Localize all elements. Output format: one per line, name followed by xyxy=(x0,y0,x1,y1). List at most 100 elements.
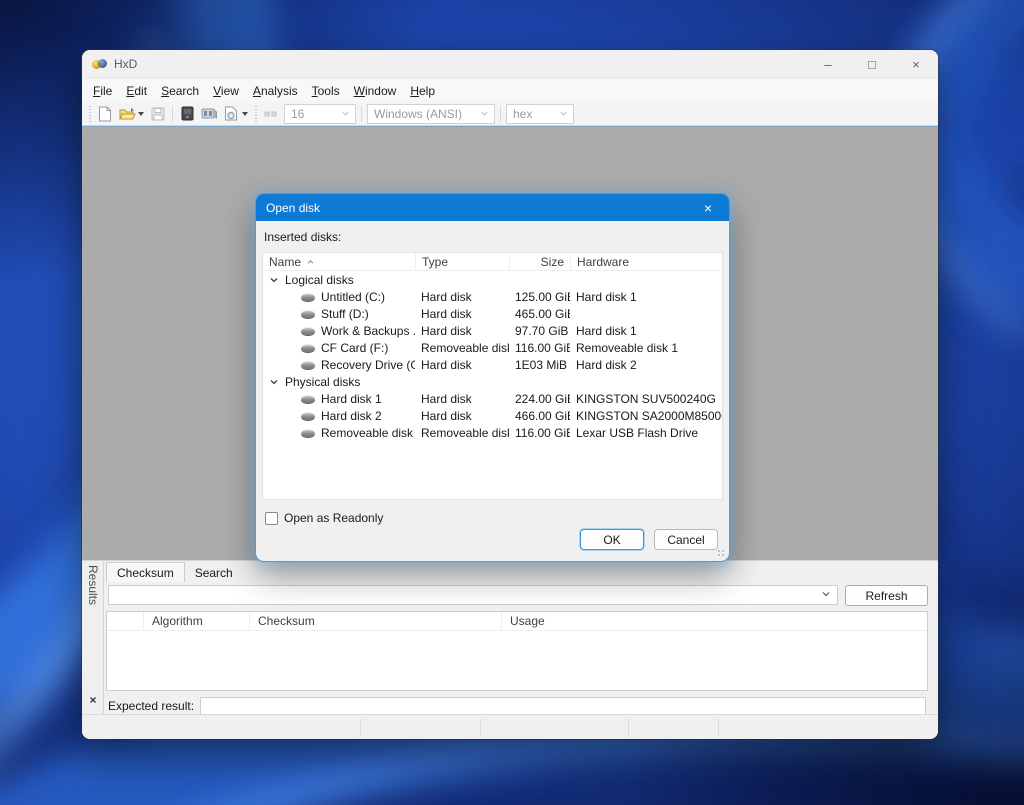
disk-name-cell: Recovery Drive (G:) xyxy=(263,358,415,372)
dialog-close-button[interactable]: × xyxy=(687,194,729,221)
disk-type: Hard disk xyxy=(415,358,509,372)
menu-view[interactable]: View xyxy=(206,81,246,101)
column-hardware-label: Hardware xyxy=(577,255,629,269)
column-header-checksum[interactable]: Checksum xyxy=(249,612,501,630)
chevron-expanded-icon[interactable] xyxy=(269,275,279,285)
tree-group-row[interactable]: Physical disks xyxy=(263,373,722,390)
toolbar-grip2[interactable] xyxy=(253,106,258,122)
disk-type: Hard disk xyxy=(415,324,509,338)
disk-name-cell: Untitled (C:) xyxy=(263,290,415,304)
window-controls: – □ × xyxy=(806,50,938,78)
disk-icon xyxy=(301,293,315,301)
column-header-type[interactable]: Type xyxy=(415,253,509,270)
new-file-icon[interactable] xyxy=(94,104,116,124)
column-header-size[interactable]: Size xyxy=(509,253,570,270)
toolbar-separator xyxy=(172,106,173,122)
disk-icon xyxy=(301,412,315,420)
close-button[interactable]: × xyxy=(894,50,938,78)
tree-group-row[interactable]: Logical disks xyxy=(263,271,722,288)
expected-result-row: Expected result: xyxy=(108,697,926,715)
minimize-button[interactable]: – xyxy=(806,50,850,78)
readonly-checkbox[interactable] xyxy=(265,512,278,525)
disk-name: CF Card (F:) xyxy=(321,341,388,355)
disk-size: 466.00 GiB xyxy=(509,409,570,423)
disk-type: Removeable disk xyxy=(415,341,509,355)
dialog-resize-grip[interactable] xyxy=(717,549,725,557)
disk-icon xyxy=(301,361,315,369)
ok-button[interactable]: OK xyxy=(580,529,644,550)
open-ram-icon[interactable] xyxy=(198,104,220,124)
disk-row[interactable]: Stuff (D:) Hard disk 465.00 GiB xyxy=(263,305,722,322)
results-close-button[interactable]: × xyxy=(85,692,101,708)
group-label: Physical disks xyxy=(285,375,360,389)
column-name-label: Name xyxy=(269,255,301,269)
column-header-hardware[interactable]: Hardware xyxy=(570,253,722,270)
disk-size: 125.00 GiB xyxy=(509,290,570,304)
toolbar-grip[interactable] xyxy=(87,106,92,122)
bytes-per-row-value: 16 xyxy=(291,107,304,121)
disk-row[interactable]: Removeable disk 1 Removeable disk 116.00… xyxy=(263,424,722,441)
disk-row[interactable]: Untitled (C:) Hard disk 125.00 GiB Hard … xyxy=(263,288,722,305)
disk-listview: Name Type Size Hardware Logical disks Un… xyxy=(262,252,723,500)
toolbar: 16 Windows (ANSI) hex xyxy=(82,102,938,126)
menu-analysis[interactable]: Analysis xyxy=(246,81,305,101)
column-type-label: Type xyxy=(422,255,448,269)
chevron-down-icon xyxy=(480,107,489,121)
disk-hardware: Hard disk 2 xyxy=(570,358,722,372)
disk-row[interactable]: Hard disk 1 Hard disk 224.00 GiB KINGSTO… xyxy=(263,390,722,407)
disk-image-dropdown-icon[interactable] xyxy=(242,112,248,116)
open-file-icon[interactable] xyxy=(116,104,138,124)
checksum-algorithm-combo[interactable] xyxy=(108,585,838,605)
expected-result-input[interactable] xyxy=(200,697,926,715)
disk-hardware: Hard disk 1 xyxy=(570,324,722,338)
disk-hardware: Lexar USB Flash Drive xyxy=(570,426,722,440)
column-header-algorithm[interactable]: Algorithm xyxy=(143,612,249,630)
menu-help[interactable]: Help xyxy=(403,81,442,101)
statusbar-divider xyxy=(360,719,361,736)
disk-row[interactable]: Hard disk 2 Hard disk 466.00 GiB KINGSTO… xyxy=(263,407,722,424)
open-dropdown-icon[interactable] xyxy=(138,112,144,116)
toolbar-separator2 xyxy=(361,106,362,122)
window-titlebar[interactable]: HxD – □ × xyxy=(82,50,938,78)
disk-hardware: KINGSTON SA2000M8500G xyxy=(570,409,722,423)
menu-edit[interactable]: Edit xyxy=(119,81,154,101)
disk-name: Hard disk 1 xyxy=(321,392,382,406)
bytes-per-row-combo[interactable]: 16 xyxy=(284,104,356,124)
menu-window[interactable]: Window xyxy=(347,81,404,101)
readonly-option[interactable]: Open as Readonly xyxy=(265,511,383,525)
column-header-usage[interactable]: Usage xyxy=(501,612,617,630)
menu-search[interactable]: Search xyxy=(154,81,206,101)
tab-checksum[interactable]: Checksum xyxy=(106,562,185,582)
save-icon-disabled[interactable] xyxy=(147,104,169,124)
open-disk-icon[interactable] xyxy=(176,104,198,124)
results-panel: Results × Checksum Search Refresh Algori… xyxy=(82,560,938,714)
dialog-titlebar[interactable]: Open disk × xyxy=(256,194,729,221)
chevron-expanded-icon[interactable] xyxy=(269,377,279,387)
disk-row[interactable]: Work & Backups ... Hard disk 97.70 GiB H… xyxy=(263,322,722,339)
column-header-blank[interactable] xyxy=(107,612,143,630)
menu-tools[interactable]: Tools xyxy=(305,81,347,101)
menu-file[interactable]: File xyxy=(86,81,119,101)
chevron-down-icon xyxy=(821,588,831,602)
maximize-button[interactable]: □ xyxy=(850,50,894,78)
disk-row[interactable]: CF Card (F:) Removeable disk 116.00 GiB … xyxy=(263,339,722,356)
column-header-name[interactable]: Name xyxy=(263,253,415,270)
results-tabs: Checksum Search xyxy=(106,561,243,582)
tab-search[interactable]: Search xyxy=(185,563,243,582)
encoding-value: Windows (ANSI) xyxy=(374,107,462,121)
cancel-button[interactable]: Cancel xyxy=(654,529,718,550)
listview-header: Name Type Size Hardware xyxy=(263,253,722,271)
encoding-combo[interactable]: Windows (ANSI) xyxy=(367,104,495,124)
disk-type: Removeable disk xyxy=(415,426,509,440)
disk-row[interactable]: Recovery Drive (G:) Hard disk 1E03 MiB H… xyxy=(263,356,722,373)
dialog-body: Inserted disks: Name Type Size Hardware … xyxy=(256,221,729,561)
offset-base-combo[interactable]: hex xyxy=(506,104,574,124)
hxd-app-icon xyxy=(92,57,107,72)
dialog-title: Open disk xyxy=(266,201,320,215)
disk-name-cell: Work & Backups ... xyxy=(263,324,415,338)
disk-icon xyxy=(301,429,315,437)
expected-result-label: Expected result: xyxy=(108,699,194,713)
disk-name: Recovery Drive (G:) xyxy=(321,358,415,372)
refresh-button[interactable]: Refresh xyxy=(845,585,928,606)
open-disk-image-icon[interactable] xyxy=(220,104,242,124)
